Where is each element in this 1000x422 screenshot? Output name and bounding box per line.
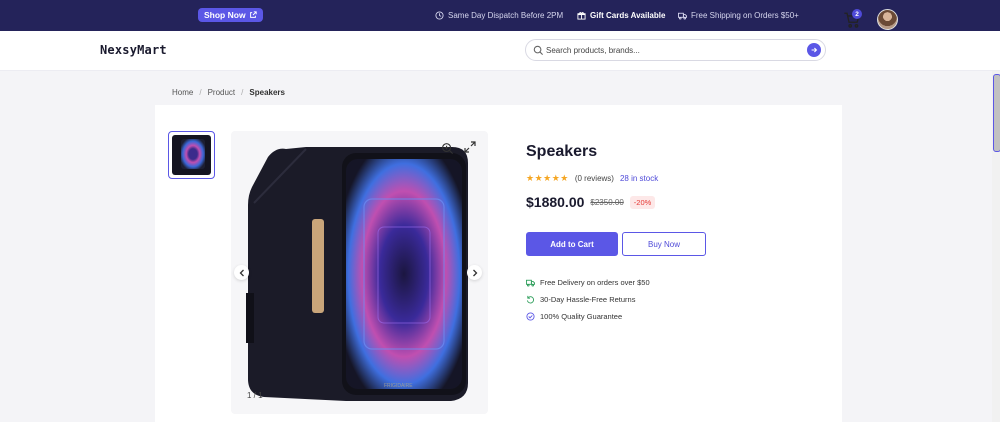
- breadcrumb-separator: /: [199, 88, 202, 97]
- feature-returns: 30-Day Hassle-Free Returns: [526, 295, 635, 304]
- discount-badge: -20%: [629, 195, 656, 209]
- next-image-button[interactable]: [467, 265, 482, 280]
- truck-icon: [678, 12, 687, 20]
- page-scrollbar[interactable]: [992, 71, 1000, 422]
- search-submit-button[interactable]: [807, 43, 821, 57]
- star-rating: ★★★★★: [526, 173, 569, 183]
- chevron-right-icon: [472, 269, 477, 276]
- feature-free-delivery-text: Free Delivery on orders over $50: [540, 278, 650, 287]
- chevron-left-icon: [239, 269, 244, 276]
- image-counter: 1 / 1: [247, 391, 263, 400]
- check-shield-icon: [526, 312, 535, 321]
- breadcrumb: Home / Product / Speakers: [172, 88, 285, 97]
- feature-quality: 100% Quality Guarantee: [526, 312, 622, 321]
- search-bar: [525, 39, 826, 61]
- promo-shipping-text: Free Shipping on Orders $50+: [691, 11, 799, 20]
- promo-gift-text: Gift Cards Available: [590, 11, 666, 20]
- buy-now-button[interactable]: Buy Now: [622, 232, 706, 256]
- review-count[interactable]: (0 reviews): [575, 174, 614, 183]
- gift-icon: [577, 12, 586, 20]
- thumbnail-image: [172, 135, 211, 175]
- price-row: $1880.00 $2350.00 -20%: [526, 194, 656, 210]
- gallery-thumbnail[interactable]: [168, 131, 215, 179]
- shop-now-label: Shop Now: [204, 10, 246, 20]
- breadcrumb-home[interactable]: Home: [172, 88, 193, 97]
- promo-gift-cards: Gift Cards Available: [577, 9, 665, 22]
- svg-text:FRIGIDAIRE: FRIGIDAIRE: [384, 383, 413, 389]
- site-header: NexsyMart: [0, 31, 1000, 71]
- rating-row: ★★★★★ (0 reviews) 28 in stock: [526, 173, 658, 184]
- expand-icon[interactable]: [464, 141, 476, 153]
- current-price: $1880.00: [526, 194, 585, 210]
- feature-returns-text: 30-Day Hassle-Free Returns: [540, 295, 636, 304]
- truck-icon: [526, 279, 535, 287]
- product-title: Speakers: [526, 143, 598, 160]
- search-icon: [533, 45, 544, 56]
- shop-now-button[interactable]: Shop Now: [198, 8, 263, 22]
- breadcrumb-product[interactable]: Product: [208, 88, 236, 97]
- zoom-in-icon[interactable]: [441, 142, 454, 155]
- return-icon: [526, 295, 534, 304]
- user-avatar[interactable]: [877, 9, 898, 30]
- original-price: $2350.00: [590, 197, 624, 207]
- promo-shipping: Free Shipping on Orders $50+: [678, 9, 799, 22]
- stock-status: 28 in stock: [619, 174, 659, 183]
- cart-count-badge: 2: [852, 9, 862, 19]
- site-logo[interactable]: NexsyMart: [100, 43, 167, 57]
- previous-image-button[interactable]: [234, 265, 249, 280]
- arrow-right-icon: [811, 47, 818, 53]
- scrollbar-thumb[interactable]: [993, 74, 1000, 152]
- speaker-product-image: FRIGIDAIRE: [246, 147, 468, 401]
- feature-free-delivery: Free Delivery on orders over $50: [526, 278, 650, 287]
- clock-icon: [435, 11, 444, 20]
- promo-dispatch: Same Day Dispatch Before 2PM: [435, 9, 563, 22]
- breadcrumb-current: Speakers: [249, 88, 285, 97]
- feature-quality-text: 100% Quality Guarantee: [540, 312, 623, 321]
- breadcrumb-separator: /: [241, 88, 244, 97]
- external-link-icon: [249, 11, 257, 18]
- promo-dispatch-text: Same Day Dispatch Before 2PM: [448, 11, 564, 20]
- add-to-cart-button[interactable]: Add to Cart: [526, 232, 618, 256]
- search-input[interactable]: [546, 43, 801, 58]
